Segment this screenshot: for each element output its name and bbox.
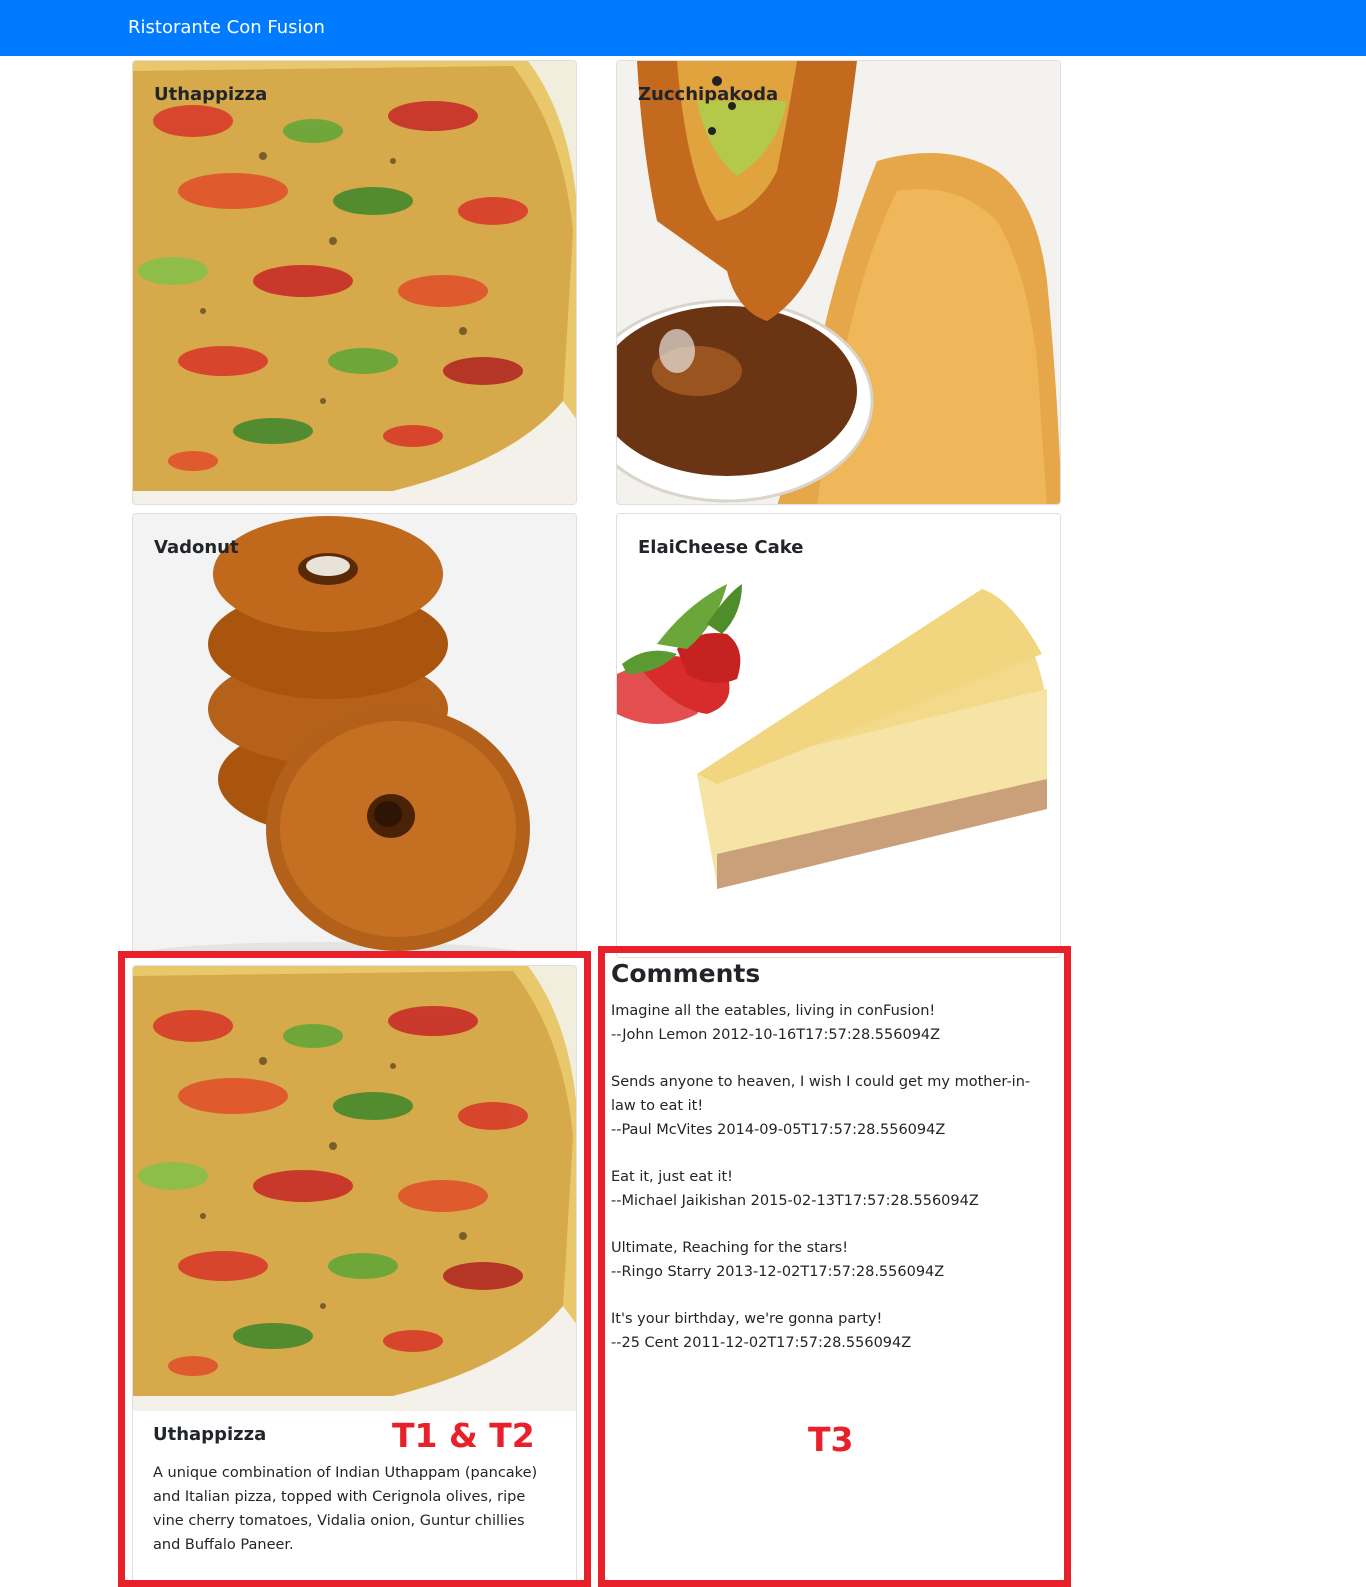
menu-card-title: ElaiCheese Cake xyxy=(638,537,804,558)
annotation-label-left: T1 & T2 xyxy=(392,1416,535,1455)
navbar: Ristorante Con Fusion xyxy=(0,0,1366,56)
annotation-label-right: T3 xyxy=(808,1420,854,1459)
menu-card-zucchipakoda[interactable]: Zucchipakoda xyxy=(616,60,1061,505)
navbar-brand[interactable]: Ristorante Con Fusion xyxy=(128,17,325,39)
vadonut-image xyxy=(133,514,576,957)
annotation-box-right xyxy=(598,946,1071,1587)
menu-card-elaicheese-cake[interactable]: ElaiCheese Cake xyxy=(616,513,1061,958)
uthappizza-image xyxy=(133,61,576,504)
menu-card-title: Zucchipakoda xyxy=(638,84,779,105)
menu-card-vadonut[interactable]: Vadonut xyxy=(132,513,577,958)
zucchipakoda-image xyxy=(617,61,1060,504)
menu-card-title: Uthappizza xyxy=(154,84,268,105)
menu-card-uthappizza[interactable]: Uthappizza xyxy=(132,60,577,505)
annotation-box-left xyxy=(118,951,591,1587)
elaicheese-cake-image xyxy=(617,514,1060,957)
menu-card-title: Vadonut xyxy=(154,537,239,558)
